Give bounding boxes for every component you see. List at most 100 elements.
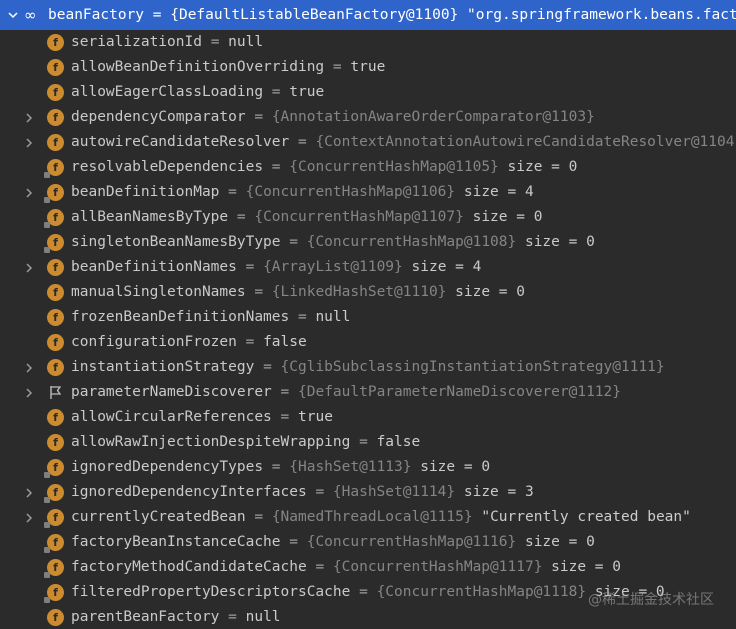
chevron-right-icon[interactable] (22, 130, 36, 155)
tree-row-factoryMethodCandidateCache[interactable]: f factoryMethodCandidateCache = {Concurre… (0, 555, 736, 580)
final-field-icon: f (44, 234, 64, 253)
final-field-icon: f (44, 584, 64, 603)
field-icon: f (47, 309, 64, 326)
tree-row-frozenBeanDefinitionNames[interactable]: f frozenBeanDefinitionNames = null (0, 305, 736, 330)
chevron-right-icon[interactable] (22, 505, 36, 530)
tree-row-autowireCandidateResolver[interactable]: f autowireCandidateResolver = {ContextAnn… (0, 130, 736, 155)
tree-row-instantiationStrategy[interactable]: f instantiationStrategy = {CglibSubclassi… (0, 355, 736, 380)
equals-sign: = (245, 334, 255, 350)
equals-sign: = (271, 159, 281, 175)
field-value: null (228, 34, 264, 50)
field-value: "Currently created bean" (481, 509, 691, 525)
field-reference: {DefaultParameterNameDiscoverer@1112} (298, 384, 622, 400)
equals-sign: = (289, 234, 298, 250)
field-reference: {ConcurrentHashMap@1107} (254, 209, 464, 225)
tree-row-dependencyComparator[interactable]: f dependencyComparator = {AnnotationAware… (0, 105, 736, 130)
equals-sign: = (236, 209, 246, 225)
final-field-icon: f (44, 509, 64, 528)
final-field-icon: f (44, 209, 64, 228)
field-name: resolvableDependencies (71, 159, 264, 175)
tree-row-serializationId[interactable]: f serializationId = null (0, 30, 736, 55)
field-name: beanDefinitionMap (71, 184, 220, 200)
field-name: factoryMethodCandidateCache (71, 559, 307, 575)
equals-sign: = (271, 84, 281, 100)
tree-row-currentlyCreatedBean[interactable]: f currentlyCreatedBean = {NamedThreadLoca… (0, 505, 736, 530)
tree-row-allBeanNamesByType[interactable]: f allBeanNamesByType = {ConcurrentHashMap… (0, 205, 736, 230)
tree-row-beanDefinitionMap[interactable]: f beanDefinitionMap = {ConcurrentHashMap@… (0, 180, 736, 205)
final-field-icon: f (44, 559, 64, 578)
field-name: currentlyCreatedBean (71, 509, 246, 525)
tree-row-allowCircularReferences[interactable]: f allowCircularReferences = true (0, 405, 736, 430)
field-name: allowBeanDefinitionOverriding (71, 59, 325, 75)
final-field-icon: f (44, 184, 64, 203)
tree-row-factoryBeanInstanceCache[interactable]: f factoryBeanInstanceCache = {ConcurrentH… (0, 530, 736, 555)
equals-sign: = (152, 7, 162, 23)
field-icon: f (47, 609, 64, 626)
field-name: frozenBeanDefinitionNames (71, 309, 290, 325)
field-icon: f (47, 259, 64, 276)
field-name: parentBeanFactory (71, 609, 220, 625)
equals-sign: = (228, 609, 237, 625)
field-value: null (245, 609, 281, 625)
field-name: configurationFrozen (71, 334, 237, 350)
equals-sign: = (280, 384, 290, 400)
field-icon: f (47, 134, 64, 151)
chevron-down-icon[interactable] (6, 0, 20, 30)
tree-row-root[interactable]: ∞ beanFactory = {DefaultListableBeanFact… (0, 0, 736, 30)
tree-row-ignoredDependencyInterfaces[interactable]: f ignoredDependencyInterfaces = {HashSet@… (0, 480, 736, 505)
tree-row-singletonBeanNamesByType[interactable]: f singletonBeanNamesByType = {ConcurrentH… (0, 230, 736, 255)
tree-row-configurationFrozen[interactable]: f configurationFrozen = false (0, 330, 736, 355)
collection-size: size = 0 (551, 559, 621, 575)
debugger-variables-tree: ∞ beanFactory = {DefaultListableBeanFact… (0, 0, 736, 629)
field-icon: f (47, 359, 64, 376)
tree-row-allowBeanDefinitionOverriding[interactable]: f allowBeanDefinitionOverriding = true (0, 55, 736, 80)
tree-row-resolvableDependencies[interactable]: f resolvableDependencies = {ConcurrentHas… (0, 155, 736, 180)
chevron-right-icon[interactable] (22, 480, 36, 505)
flag-icon (48, 384, 64, 401)
chevron-right-icon[interactable] (22, 380, 36, 405)
field-name: beanDefinitionNames (71, 259, 237, 275)
field-reference: {ConcurrentHashMap@1117} (332, 559, 543, 575)
collection-size: size = 4 (463, 184, 534, 200)
chevron-right-icon[interactable] (22, 105, 36, 130)
final-field-icon: f (44, 159, 64, 178)
tree-row-manualSingletonNames[interactable]: f manualSingletonNames = {LinkedHashSet@1… (0, 280, 736, 305)
tree-row-allowEagerClassLoading[interactable]: f allowEagerClassLoading = true (0, 80, 736, 105)
final-field-icon: f (44, 459, 64, 478)
field-icon: f (47, 109, 64, 126)
tree-row-beanDefinitionNames[interactable]: f beanDefinitionNames = {ArrayList@1109} … (0, 255, 736, 280)
equals-sign: = (289, 534, 298, 550)
field-name: autowireCandidateResolver (71, 134, 290, 150)
chevron-right-icon[interactable] (22, 355, 36, 380)
variable-name: beanFactory (48, 7, 145, 23)
equals-sign: = (297, 134, 307, 150)
collection-size: size = 0 (507, 159, 578, 175)
field-reference: {CglibSubclassingInstantiationStrategy@1… (280, 359, 665, 375)
field-name: dependencyComparator (71, 109, 246, 125)
field-icon: f (47, 334, 64, 351)
final-field-icon: f (44, 534, 64, 553)
field-icon: f (47, 84, 64, 101)
equals-sign: = (332, 59, 342, 75)
equals-sign: = (254, 509, 264, 525)
field-name: parameterNameDiscoverer (71, 384, 272, 400)
collection-size: size = 0 (524, 234, 595, 250)
equals-sign: = (263, 359, 272, 375)
field-value: null (315, 309, 351, 325)
field-reference: {ArrayList@1109} (263, 259, 403, 275)
equals-sign: = (359, 584, 368, 600)
chevron-right-icon[interactable] (22, 255, 36, 280)
tree-row-ignoredDependencyTypes[interactable]: f ignoredDependencyTypes = {HashSet@1113}… (0, 455, 736, 480)
collection-size: size = 0 (524, 534, 595, 550)
tree-row-allowRawInjectionDespiteWrapping[interactable]: f allowRawInjectionDespiteWrapping = fals… (0, 430, 736, 455)
field-name: singletonBeanNamesByType (71, 234, 281, 250)
chevron-right-icon[interactable] (22, 180, 36, 205)
tree-row-parameterNameDiscoverer[interactable]: parameterNameDiscoverer = {DefaultParame… (0, 380, 736, 405)
equals-sign: = (297, 309, 307, 325)
equals-sign: = (315, 559, 325, 575)
field-reference: {HashSet@1114} (332, 484, 456, 500)
equals-sign: = (254, 109, 264, 125)
field-icon: f (47, 59, 64, 76)
field-name: allowCircularReferences (71, 409, 272, 425)
field-reference: {AnnotationAwareOrderComparator@1103} (271, 109, 595, 125)
